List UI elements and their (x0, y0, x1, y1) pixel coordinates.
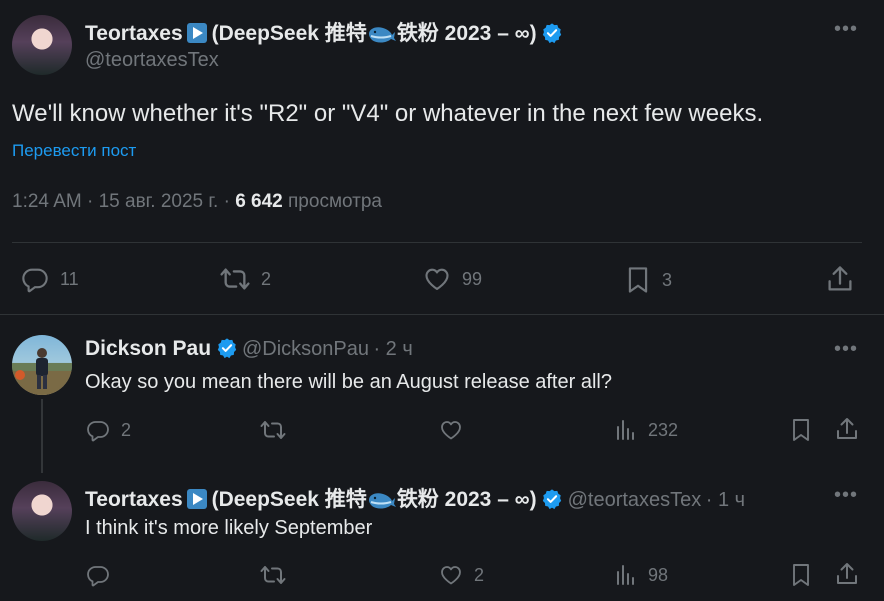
repost-icon (259, 563, 287, 587)
play-emoji-icon (187, 489, 208, 509)
translate-post-link[interactable]: Перевести пост (12, 141, 136, 161)
author-name: Teortaxes (85, 22, 183, 45)
reply-icon (85, 563, 111, 587)
author-name-suffix-1: (DeepSeek 推特 (211, 22, 367, 45)
divider (12, 242, 862, 243)
reply-button[interactable]: 11 (20, 265, 79, 293)
bookmark-button[interactable] (789, 417, 813, 443)
reply-button[interactable] (85, 563, 111, 587)
reply-icon (20, 265, 50, 293)
share-button[interactable] (826, 264, 854, 294)
repost-icon (219, 265, 251, 293)
author-name-suffix-2: 铁粉 2023 – ∞) (396, 22, 537, 45)
heart-icon (438, 563, 464, 587)
person-figure (12, 348, 72, 395)
author-name[interactable]: Dickson Pau (85, 337, 211, 360)
like-count: 99 (462, 268, 483, 289)
author-handle[interactable]: @teortaxesTex (568, 489, 702, 511)
verified-badge-icon (216, 337, 238, 359)
repost-icon (259, 418, 287, 442)
time-ago[interactable]: 1 ч (718, 489, 745, 511)
like-count: 2 (474, 564, 485, 585)
whale-emoji-icon (367, 22, 397, 49)
reply-icon (85, 418, 111, 442)
share-icon (835, 416, 859, 442)
thread-connector (41, 399, 43, 473)
repost-count: 2 (261, 268, 272, 289)
reply-text: I think it's more likely September (85, 517, 373, 539)
bookmark-count: 3 (662, 269, 673, 290)
heart-icon (438, 418, 464, 442)
tweet-text: We'll know whether it's "R2" or "V4" or … (12, 100, 764, 127)
like-button[interactable] (438, 418, 464, 442)
reply-header: Dickson Pau @DicksonPau · 2 ч (85, 337, 413, 360)
views-button[interactable]: 232 (614, 418, 678, 442)
like-button[interactable]: 99 (422, 265, 482, 293)
play-emoji-icon (187, 23, 208, 43)
share-icon (826, 264, 854, 294)
author-name-suffix-1: (DeepSeek 推特 (211, 488, 367, 511)
tweet-meta: 1:24 AM · 15 авг. 2025 г. · 6 642 просмо… (12, 191, 382, 212)
reply-count: 2 (121, 419, 132, 440)
views-count: 98 (648, 564, 669, 585)
views-count: 6 642 (235, 191, 283, 212)
verified-badge-icon (541, 488, 563, 510)
whale-emoji-icon (367, 488, 397, 515)
more-icon[interactable]: ••• (834, 18, 858, 41)
heart-icon (422, 265, 452, 293)
share-button[interactable] (835, 416, 859, 442)
bookmark-button[interactable] (789, 562, 813, 588)
verified-badge-icon (541, 22, 563, 44)
bookmark-button[interactable]: 3 (624, 265, 672, 295)
views-count: 232 (648, 419, 679, 440)
share-button[interactable] (835, 561, 859, 587)
bookmark-icon (624, 265, 652, 295)
share-icon (835, 561, 859, 587)
bookmark-icon (789, 417, 813, 443)
tweet-time[interactable]: 1:24 AM (12, 191, 82, 212)
views-icon (614, 418, 638, 442)
author-avatar[interactable] (12, 481, 72, 541)
views-label: просмотра (288, 191, 382, 212)
author-name-line[interactable]: Teortaxes (DeepSeek 推特 铁粉 2023 – ∞) (85, 17, 563, 49)
bookmark-icon (789, 562, 813, 588)
author-name-suffix-2: 铁粉 2023 – ∞) (396, 488, 537, 511)
author-handle[interactable]: @teortaxesTex (85, 49, 219, 72)
repost-button[interactable] (259, 563, 287, 587)
views-button[interactable]: 98 (614, 563, 668, 587)
repost-button[interactable]: 2 (219, 265, 271, 293)
author-avatar[interactable] (12, 335, 72, 395)
divider (0, 314, 884, 315)
time-ago[interactable]: 2 ч (386, 338, 413, 360)
reply-header: Teortaxes (DeepSeek 推特 铁粉 2023 – ∞) @teor… (85, 483, 745, 515)
more-icon[interactable]: ••• (834, 484, 858, 507)
author-handle[interactable]: @DicksonPau (242, 338, 369, 360)
tweet-date[interactable]: 15 авг. 2025 г. (99, 191, 219, 212)
author-name[interactable]: Teortaxes (85, 488, 183, 511)
reply-count: 11 (60, 268, 79, 289)
like-button[interactable]: 2 (438, 563, 484, 587)
reply-text: Okay so you mean there will be an August… (85, 371, 612, 393)
views-icon (614, 563, 638, 587)
more-icon[interactable]: ••• (834, 338, 858, 361)
reply-button[interactable]: 2 (85, 418, 131, 442)
author-avatar[interactable] (12, 15, 72, 75)
repost-button[interactable] (259, 418, 287, 442)
